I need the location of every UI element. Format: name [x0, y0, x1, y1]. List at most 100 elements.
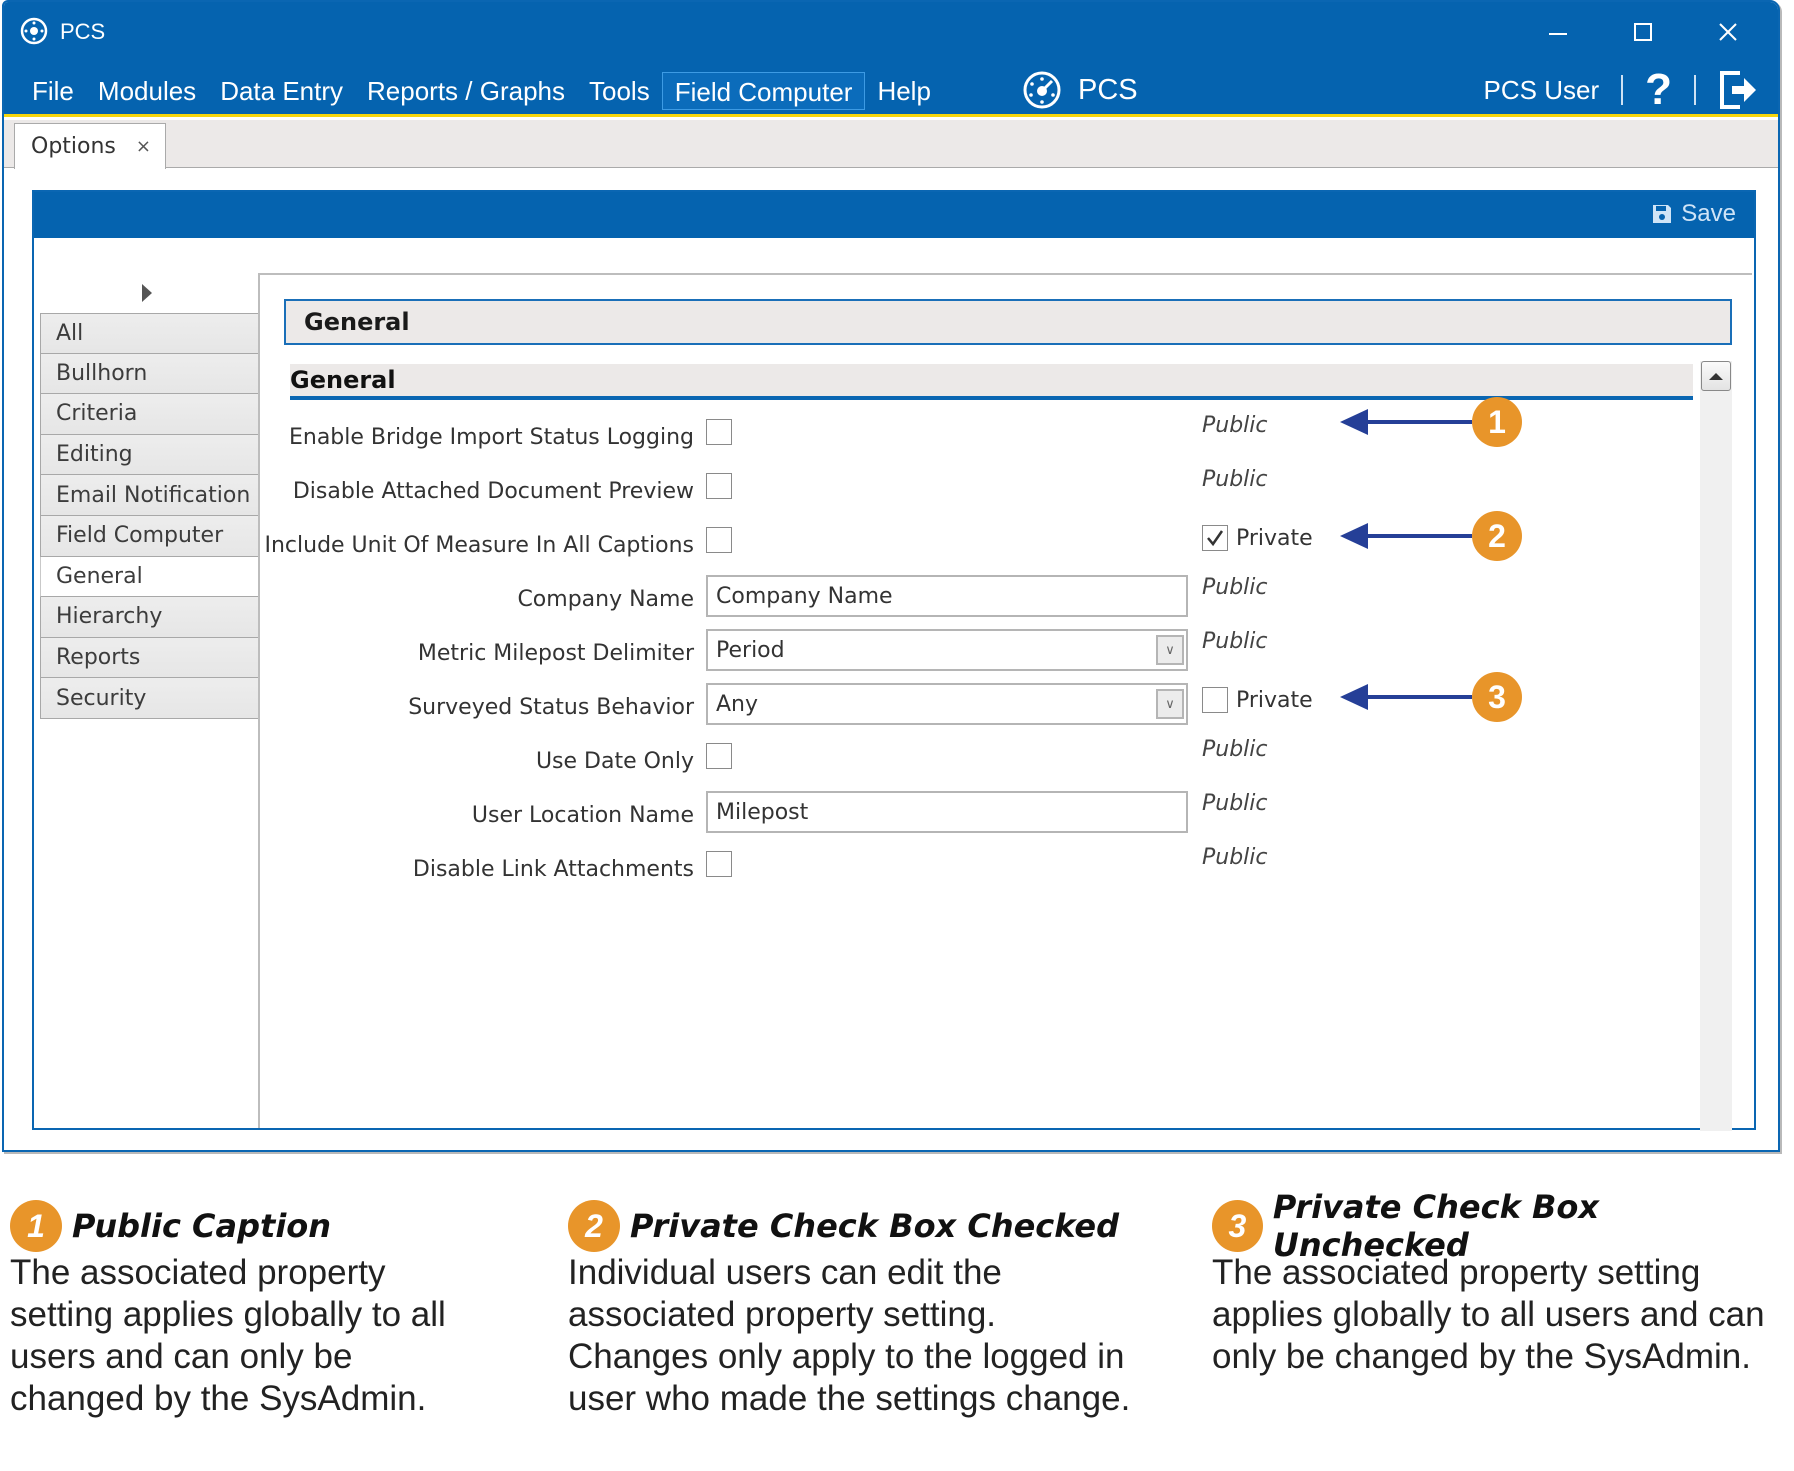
setting-label: Disable Link Attachments [412, 857, 694, 882]
scope-public: Public [1202, 629, 1268, 654]
setting-label: Metric Milepost Delimiter [417, 641, 694, 666]
setting-label: Enable Bridge Import Status Logging [288, 425, 694, 450]
scope-public: Public [1202, 467, 1268, 492]
callout-badge: 3 [1472, 672, 1522, 722]
caret-up-icon [1709, 372, 1723, 380]
sidebar-item-criteria[interactable]: Criteria [40, 394, 260, 435]
legend-body: The associated property setting applies … [10, 1252, 446, 1420]
chevron-down-icon[interactable]: ∨ [1156, 635, 1184, 665]
arrow-line [1368, 420, 1472, 424]
user-area: PCS User ? [1484, 68, 1758, 112]
pcs-brand[interactable]: PCS [1022, 70, 1138, 110]
legend-line: setting applies globally to all [10, 1295, 446, 1334]
legend-title: 1 Public Caption [10, 1198, 446, 1254]
sidebar-item-hierarchy[interactable]: Hierarchy [40, 597, 260, 638]
setting-label: Surveyed Status Behavior [408, 695, 694, 720]
arrow-left-icon [1340, 684, 1368, 710]
sidebar-item-general[interactable]: General [40, 556, 260, 598]
help-icon[interactable]: ? [1645, 68, 1672, 112]
legend-body: The associated property setting applies … [1212, 1252, 1794, 1378]
sidebar-item-email-notification[interactable]: Email Notification [40, 475, 260, 516]
legend-title-text: Public Caption [72, 1207, 332, 1245]
sidebar-item-bullhorn[interactable]: Bullhorn [40, 353, 260, 395]
legend-line: The associated property [10, 1253, 386, 1292]
callout-3: 3 [1340, 672, 1522, 722]
menu-bar: File Modules Data Entry Reports / Graphs… [4, 64, 1778, 117]
user-name[interactable]: PCS User [1484, 75, 1600, 106]
menu-field-computer[interactable]: Field Computer [661, 72, 866, 110]
callout-1: 1 [1340, 397, 1522, 447]
legend-body: Individual users can edit the associated… [568, 1252, 1130, 1420]
setting-label: Company Name [517, 587, 694, 612]
legend-line: Changes only apply to the logged in [568, 1337, 1125, 1376]
section-title: General [290, 364, 1693, 400]
maximize-icon [1634, 23, 1652, 41]
include-unit-of-measure-checkbox[interactable] [706, 527, 732, 553]
menu-data-entry[interactable]: Data Entry [208, 72, 355, 110]
company-name-input[interactable]: Company Name [706, 575, 1188, 617]
setting-row: Enable Bridge Import Status Logging Publ… [260, 413, 1460, 457]
close-window-button[interactable] [1698, 12, 1758, 52]
gauge-logo-icon [1023, 71, 1061, 109]
surveyed-status-behavior-select[interactable]: Any ∨ [706, 683, 1188, 725]
arrow-left-icon [1340, 409, 1368, 435]
disable-link-attachments-checkbox[interactable] [706, 851, 732, 877]
setting-label: User Location Name [471, 803, 694, 828]
legend-private-checked: 2 Private Check Box Checked Individual u… [568, 1198, 1130, 1420]
tab-close-icon[interactable]: × [136, 136, 151, 157]
save-label: Save [1681, 200, 1736, 227]
expand-arrow-icon[interactable] [142, 284, 152, 302]
legend-line: Individual users can edit the [568, 1253, 1002, 1292]
scope-private: Private [1202, 687, 1313, 713]
close-icon [1719, 23, 1737, 41]
user-location-name-input[interactable]: Milepost [706, 791, 1188, 833]
scope-public: Public [1202, 791, 1268, 816]
tab-label: Options [31, 134, 116, 159]
setting-label: Include Unit Of Measure In All Captions [264, 533, 694, 558]
setting-row: Use Date Only Public [260, 737, 1460, 781]
setting-row: Company Name Company Name Public [260, 575, 1460, 619]
menu-modules[interactable]: Modules [86, 72, 208, 110]
menu-help[interactable]: Help [865, 72, 942, 110]
sidebar-item-field-computer[interactable]: Field Computer [40, 515, 260, 557]
legend-title: 2 Private Check Box Checked [568, 1198, 1130, 1254]
maximize-button[interactable] [1613, 12, 1673, 52]
save-button[interactable]: Save [1651, 200, 1736, 228]
options-toolbar: Save [34, 192, 1754, 238]
title-bar: PCS [4, 2, 1778, 64]
legend-line: applies globally to all users and can [1212, 1295, 1765, 1334]
setting-row: Disable Attached Document Preview Public [260, 467, 1460, 511]
setting-row: Disable Link Attachments Public [260, 845, 1460, 889]
sidebar-item-editing[interactable]: Editing [40, 434, 260, 476]
scroll-up-button[interactable] [1701, 361, 1731, 391]
menu-reports-graphs[interactable]: Reports / Graphs [355, 72, 577, 110]
chevron-down-icon[interactable]: ∨ [1156, 689, 1184, 719]
menu-file[interactable]: File [20, 72, 86, 110]
vertical-scrollbar[interactable] [1700, 361, 1732, 1131]
private-label: Private [1236, 687, 1313, 713]
sidebar-item-reports[interactable]: Reports [40, 637, 260, 679]
disable-attached-document-preview-checkbox[interactable] [706, 473, 732, 499]
enable-bridge-import-logging-checkbox[interactable] [706, 419, 732, 445]
legend-badge: 2 [568, 1200, 620, 1252]
minimize-button[interactable] [1528, 12, 1588, 52]
sidebar-item-security[interactable]: Security [40, 678, 260, 719]
logout-icon[interactable] [1718, 69, 1758, 111]
use-date-only-checkbox[interactable] [706, 743, 732, 769]
legend-badge: 3 [1212, 1200, 1263, 1252]
menu-tools[interactable]: Tools [577, 72, 662, 110]
setting-label: Use Date Only [535, 749, 694, 774]
select-value: Period [716, 637, 785, 663]
tab-options[interactable]: Options × [14, 123, 166, 169]
setting-row: Include Unit Of Measure In All Captions … [260, 521, 1460, 565]
scope-public: Public [1202, 737, 1268, 762]
private-checkbox[interactable] [1202, 525, 1228, 551]
metric-milepost-delimiter-select[interactable]: Period ∨ [706, 629, 1188, 671]
setting-row: Surveyed Status Behavior Any ∨ Private [260, 683, 1460, 727]
private-checkbox[interactable] [1202, 687, 1228, 713]
callout-badge: 1 [1472, 397, 1522, 447]
sidebar-item-all[interactable]: All [40, 313, 260, 354]
callout-2: 2 [1340, 511, 1522, 561]
checkmark-icon [1207, 530, 1224, 547]
arrow-line [1368, 534, 1472, 538]
